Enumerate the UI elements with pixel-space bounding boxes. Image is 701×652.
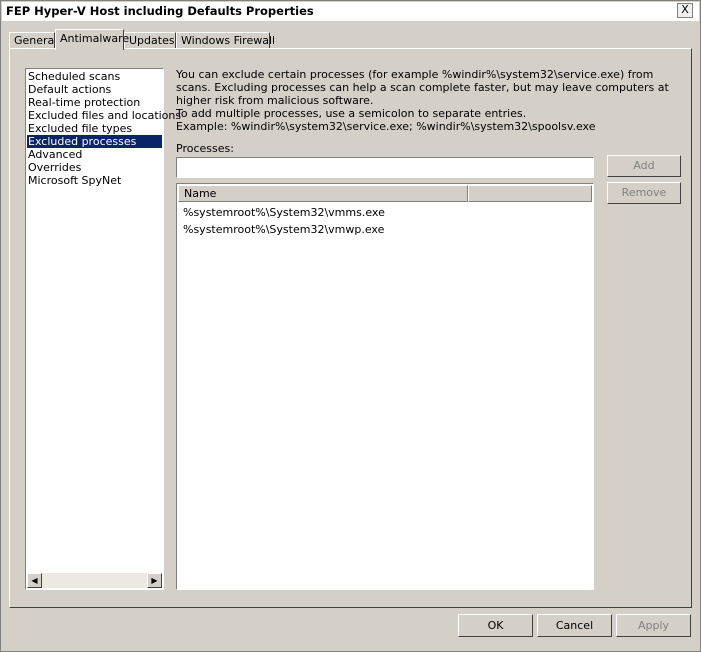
tab-updates[interactable]: Updates [124, 32, 176, 49]
add-button[interactable]: Add [607, 155, 681, 177]
title-bar: FEP Hyper-V Host including Defaults Prop… [2, 2, 699, 21]
column-header-extra[interactable] [468, 185, 592, 202]
remove-button[interactable]: Remove [607, 182, 681, 204]
nav-horizontal-scrollbar[interactable]: ◀ ▶ [27, 573, 162, 588]
antimalware-panel: Scheduled scans Default actions Real-tim… [9, 48, 692, 608]
tab-antimalware[interactable]: Antimalware [55, 29, 129, 50]
tab-general[interactable]: General [9, 32, 57, 49]
properties-dialog: FEP Hyper-V Host including Defaults Prop… [0, 0, 701, 652]
description-line-3: Example: %windir%\system32\service.exe; … [176, 120, 596, 133]
close-button[interactable]: X [677, 3, 693, 18]
nav-item-excluded-file-types[interactable]: Excluded file types [27, 122, 162, 135]
window-title: FEP Hyper-V Host including Defaults Prop… [6, 4, 314, 18]
nav-item-excluded-processes[interactable]: Excluded processes [27, 135, 162, 148]
nav-item-default-actions[interactable]: Default actions [27, 83, 162, 96]
description-line-2: To add multiple processes, use a semicol… [176, 107, 527, 120]
apply-button[interactable]: Apply [616, 614, 691, 637]
nav-item-excluded-files-locations[interactable]: Excluded files and locations [27, 109, 181, 122]
description-text: You can exclude certain processes (for e… [176, 68, 681, 133]
processes-list: Name %systemroot%\System32\vmms.exe %sys… [176, 183, 594, 590]
nav-item-advanced[interactable]: Advanced [27, 148, 162, 161]
nav-item-real-time-protection[interactable]: Real-time protection [27, 96, 162, 109]
ok-button[interactable]: OK [458, 614, 533, 637]
tab-windows-firewall[interactable]: Windows Firewall [176, 32, 275, 49]
list-item[interactable]: %systemroot%\System32\vmwp.exe [178, 221, 592, 238]
nav-item-overrides[interactable]: Overrides [27, 161, 162, 174]
description-line-1: You can exclude certain processes (for e… [176, 68, 669, 107]
nav-item-scheduled-scans[interactable]: Scheduled scans [27, 70, 162, 83]
scroll-right-icon[interactable]: ▶ [147, 573, 162, 588]
dialog-button-bar: OK Cancel Apply [1, 609, 700, 651]
list-header: Name [178, 185, 592, 202]
processes-input[interactable] [176, 157, 594, 178]
processes-label: Processes: [176, 142, 234, 155]
list-item[interactable]: %systemroot%\System32\vmms.exe [178, 204, 592, 221]
scroll-left-icon[interactable]: ◀ [27, 573, 42, 588]
column-header-name[interactable]: Name [178, 185, 468, 202]
nav-item-microsoft-spynet[interactable]: Microsoft SpyNet [27, 174, 162, 187]
cancel-button[interactable]: Cancel [537, 614, 612, 637]
settings-nav-list: Scheduled scans Default actions Real-tim… [25, 68, 181, 590]
